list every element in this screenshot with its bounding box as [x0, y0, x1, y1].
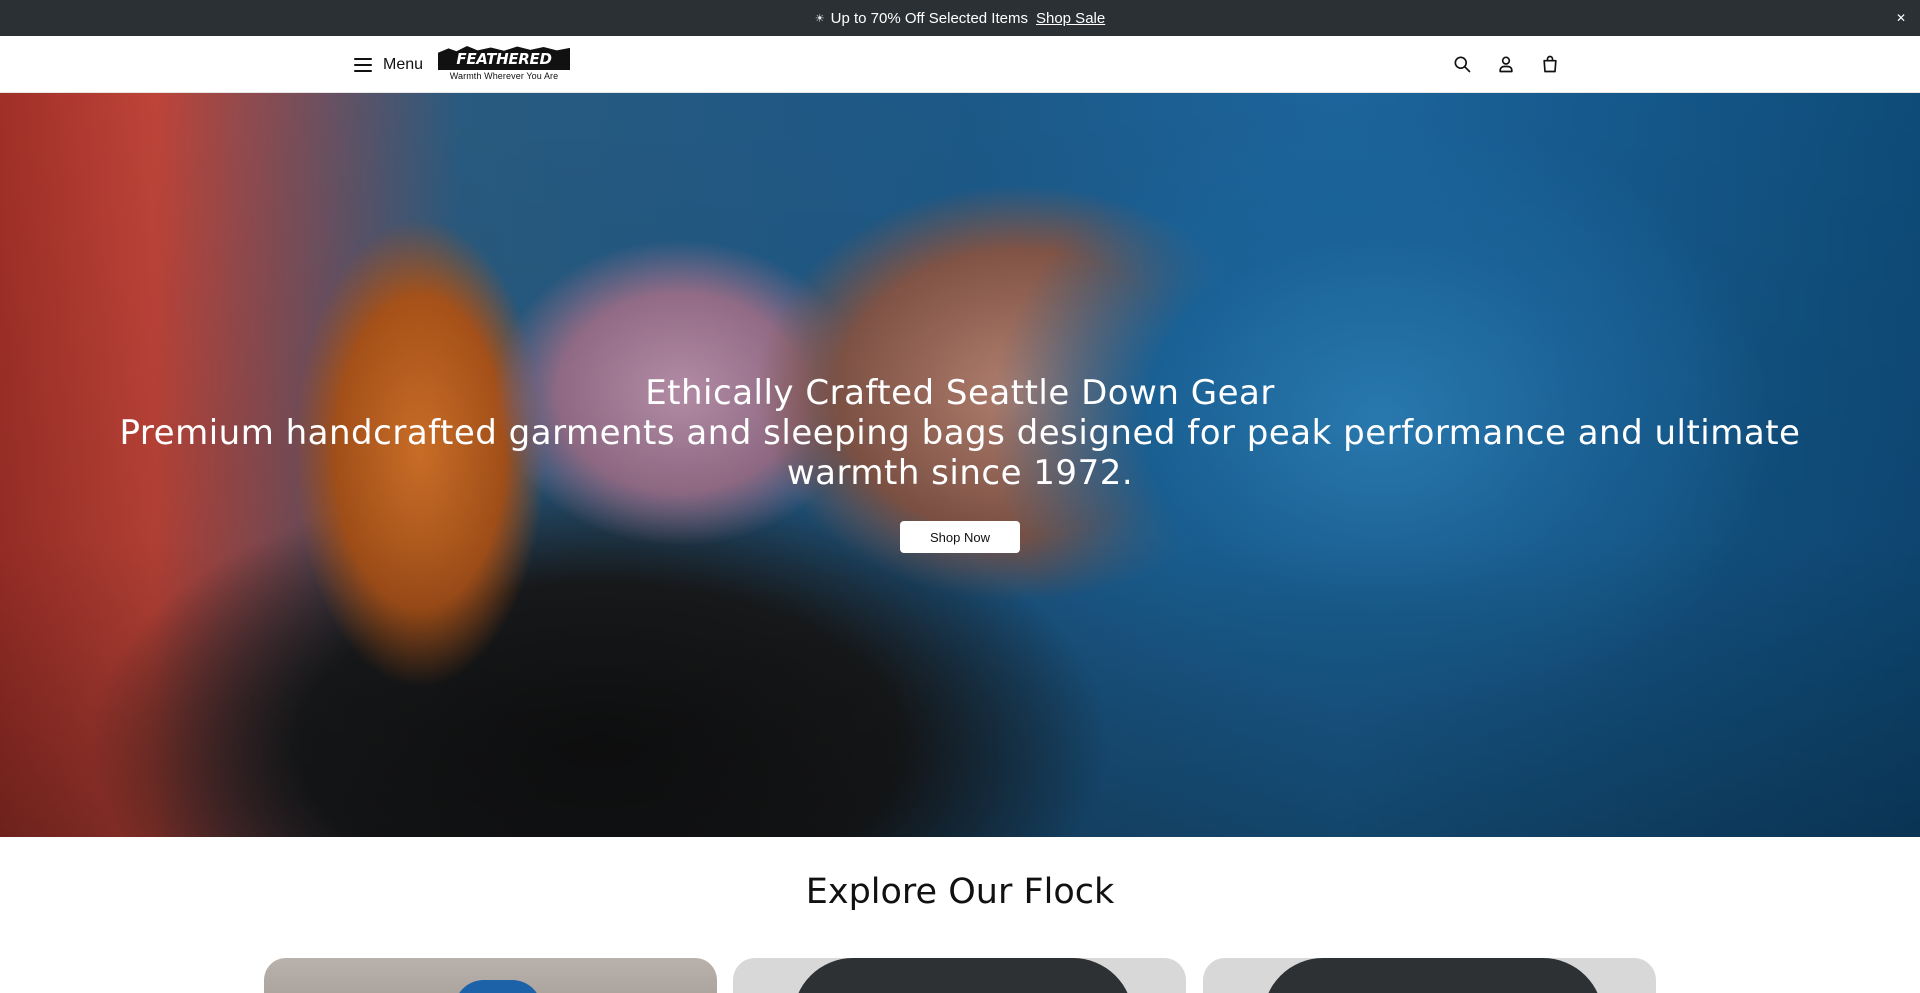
- site-header: Menu FEATHERED FRIENDS Warmth Wherever Y…: [0, 36, 1920, 93]
- product-image: [793, 958, 1133, 993]
- close-icon[interactable]: ✕: [1896, 0, 1906, 36]
- bag-icon[interactable]: [1538, 52, 1562, 76]
- hero-title: Ethically Crafted Seattle Down Gear: [645, 373, 1275, 413]
- section-title: Explore Our Flock: [805, 872, 1115, 912]
- category-card[interactable]: [733, 958, 1186, 993]
- hero-banner: Ethically Crafted Seattle Down Gear Prem…: [0, 93, 1920, 837]
- shop-now-button[interactable]: Shop Now: [900, 521, 1020, 553]
- hero-subtitle: Premium handcrafted garments and sleepin…: [119, 413, 1801, 493]
- product-image: [454, 980, 542, 993]
- announcement-text: Up to 70% Off Selected Items: [830, 9, 1028, 27]
- shop-sale-link[interactable]: Shop Sale: [1036, 10, 1105, 27]
- product-image: [1263, 958, 1603, 993]
- logo[interactable]: FEATHERED FRIENDS Warmth Wherever You Ar…: [438, 46, 570, 84]
- search-icon[interactable]: [1450, 52, 1474, 76]
- hero-text: Ethically Crafted Seattle Down Gear Prem…: [100, 373, 1820, 493]
- hamburger-icon: [354, 58, 372, 72]
- logo-tagline: Warmth Wherever You Are: [449, 71, 559, 81]
- sparkle-icon: ☀: [814, 12, 825, 25]
- category-card[interactable]: [1203, 958, 1656, 993]
- menu-label: Menu: [383, 56, 424, 73]
- category-card[interactable]: [264, 958, 717, 993]
- account-icon[interactable]: [1494, 52, 1518, 76]
- logo-wordmark: FEATHERED FRIENDS: [438, 46, 570, 70]
- menu-button[interactable]: Menu: [354, 50, 423, 80]
- announcement-bar: ☀ Up to 70% Off Selected Items Shop Sale…: [0, 0, 1920, 36]
